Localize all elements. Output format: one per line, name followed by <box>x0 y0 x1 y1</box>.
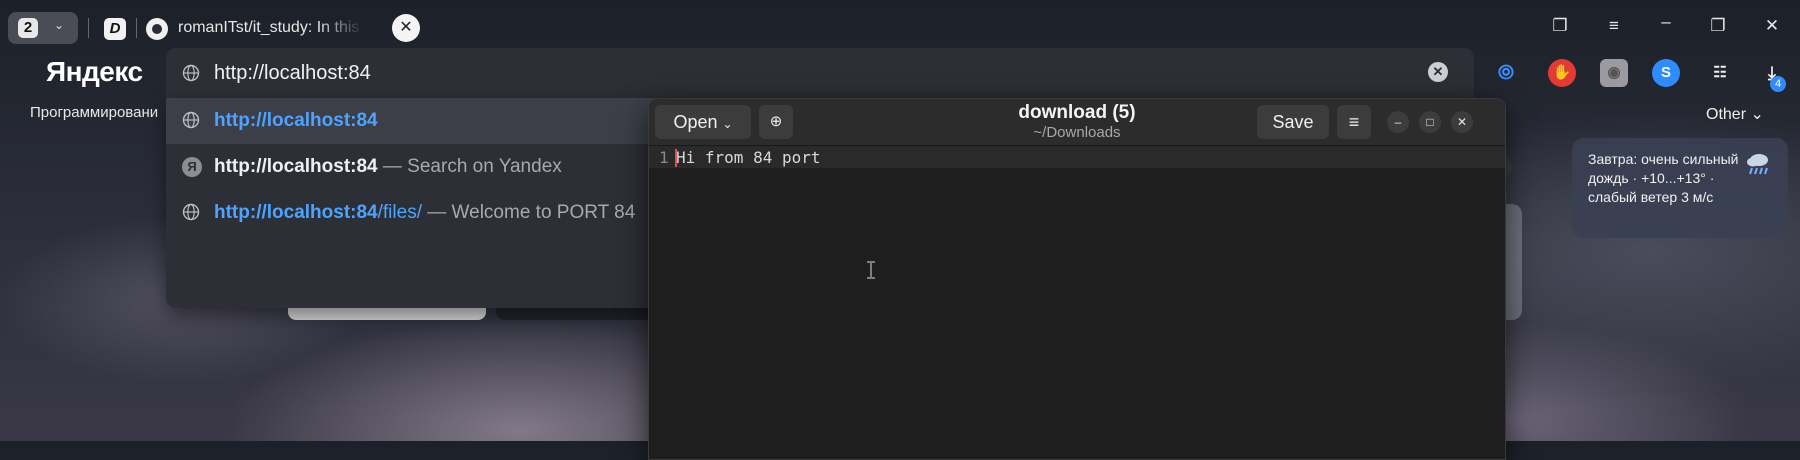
globe-icon <box>182 111 200 129</box>
active-tab-title[interactable]: romanITst/it_study: In this <box>178 19 364 37</box>
suggestion-url-path: /files/ <box>377 202 422 223</box>
address-bar[interactable]: http://localhost:84 ✕ <box>166 48 1474 98</box>
tab-count: 2 <box>18 18 38 38</box>
save-button[interactable]: Save <box>1257 105 1329 139</box>
new-tab-icon[interactable]: ⊕ <box>759 105 793 139</box>
suggestion-url: http://localhost:84 <box>214 202 378 223</box>
document-title: download (5) <box>1018 102 1136 123</box>
chevron-down-icon: ⌄ <box>54 18 65 32</box>
bookmarks-other-folder[interactable]: Other ⌄ <box>1706 104 1764 124</box>
minimize-icon[interactable]: – <box>1654 12 1678 32</box>
hamburger-menu-icon[interactable]: ≡ <box>1337 105 1371 139</box>
rain-cloud-icon <box>1747 154 1768 175</box>
open-label: Open <box>673 112 718 132</box>
translate-icon[interactable]: ☷ <box>1706 59 1734 87</box>
line-number: 1 <box>659 148 669 167</box>
other-label: Other <box>1706 106 1747 123</box>
bookmark-item[interactable]: Программировани <box>30 104 168 121</box>
suggestion-url: http://localhost:84 <box>214 110 378 131</box>
yandex-search-icon: Я <box>182 157 202 177</box>
document-path: ~/Downloads <box>1033 124 1121 141</box>
address-input[interactable]: http://localhost:84 <box>214 62 371 85</box>
tab-count-button[interactable]: 2 ⌄ <box>8 12 78 44</box>
shazam-icon[interactable]: S <box>1652 59 1680 87</box>
restore-icon[interactable]: ❐ <box>1706 16 1730 36</box>
dzen-tab-icon[interactable]: D <box>104 18 126 40</box>
maximize-icon[interactable]: □ <box>1419 111 1441 133</box>
globe-icon <box>182 64 200 82</box>
suggestion-note: — Welcome to PORT 84 <box>421 202 636 223</box>
suggestion-note: — Search on Yandex <box>377 156 562 177</box>
close-window-icon[interactable]: ✕ <box>1760 16 1784 36</box>
yandex-logo[interactable]: Яндекс <box>46 56 143 88</box>
weather-forecast-text: Завтра: очень сильный дождь · +10...+13°… <box>1588 151 1739 205</box>
editor-line[interactable]: Hi from 84 port <box>676 148 821 167</box>
adblock-hand-icon[interactable]: ✋ <box>1548 59 1576 87</box>
extension-eye-icon[interactable]: ◉ <box>1600 59 1628 87</box>
ibeam-cursor-icon <box>867 261 875 279</box>
divider <box>88 18 89 38</box>
editor-headerbar: Open ⌄ ⊕ download (5) ~/Downloads Save ≡… <box>649 99 1505 146</box>
divider <box>136 18 137 38</box>
menu-icon[interactable]: ≡ <box>1602 16 1626 36</box>
chevron-down-icon: ⌄ <box>722 117 733 131</box>
close-icon[interactable]: ✕ <box>1451 111 1473 133</box>
text-editor-area[interactable]: 1 Hi from 84 port <box>649 146 1505 459</box>
close-tab-icon[interactable]: ✕ <box>392 14 420 42</box>
collections-icon[interactable]: ❐ <box>1548 16 1572 36</box>
weather-widget[interactable]: Завтра: очень сильный дождь · +10...+13°… <box>1572 138 1788 238</box>
alice-voice-icon[interactable]: ⦾ <box>1492 59 1520 87</box>
open-button[interactable]: Open ⌄ <box>655 105 751 139</box>
suggestion-query: http://localhost:84 <box>214 156 378 177</box>
globe-icon <box>182 203 200 221</box>
github-icon <box>146 18 168 40</box>
clear-input-icon[interactable]: ✕ <box>1428 62 1448 82</box>
chevron-down-icon: ⌄ <box>1750 106 1764 123</box>
text-cursor <box>675 149 677 167</box>
text-editor-window: Open ⌄ ⊕ download (5) ~/Downloads Save ≡… <box>648 98 1506 460</box>
download-count-badge: 4 <box>1770 76 1786 92</box>
minimize-icon[interactable]: – <box>1387 111 1409 133</box>
